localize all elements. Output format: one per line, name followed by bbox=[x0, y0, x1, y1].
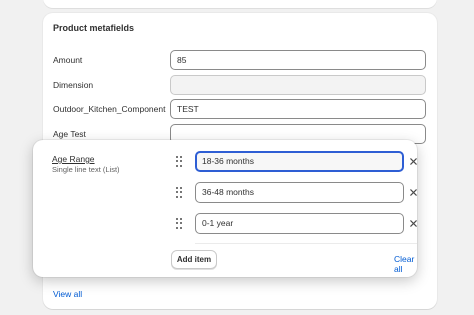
metafield-row-outdoor-kitchen-component: Outdoor_Kitchen_Component TEST bbox=[43, 99, 437, 119]
age-range-list-editor: Age Range Single line text (List) 18-36 … bbox=[33, 140, 417, 277]
outdoor-kitchen-component-input[interactable]: TEST bbox=[170, 99, 426, 119]
list-item-input[interactable]: 0-1 year bbox=[195, 213, 404, 234]
list-item: 18-36 months bbox=[173, 151, 425, 173]
clear-all-link[interactable]: Clear all bbox=[394, 254, 417, 274]
card-title: Product metafields bbox=[53, 23, 135, 33]
drag-handle-icon[interactable] bbox=[176, 187, 182, 198]
metafield-row-dimension: Dimension bbox=[43, 75, 437, 95]
age-range-label[interactable]: Age Range bbox=[52, 154, 95, 164]
list-item: 0-1 year bbox=[173, 213, 425, 235]
add-item-button[interactable]: Add item bbox=[171, 250, 217, 269]
drag-handle-icon[interactable] bbox=[176, 156, 182, 167]
metafield-label: Age Test bbox=[53, 129, 86, 139]
metafield-label: Dimension bbox=[53, 80, 94, 90]
view-all-link[interactable]: View all bbox=[53, 289, 82, 299]
list-item-input[interactable]: 36-48 months bbox=[195, 182, 404, 203]
close-icon[interactable] bbox=[408, 156, 418, 166]
previous-card bbox=[43, 0, 437, 8]
metafield-row-amount: Amount 85 bbox=[43, 50, 437, 70]
amount-input[interactable]: 85 bbox=[170, 50, 426, 70]
metafield-label: Amount bbox=[53, 55, 83, 65]
close-icon[interactable] bbox=[408, 218, 418, 228]
close-icon[interactable] bbox=[408, 187, 418, 197]
dimension-input[interactable] bbox=[170, 75, 426, 95]
list-item-input[interactable]: 18-36 months bbox=[195, 151, 404, 172]
divider bbox=[195, 243, 417, 244]
list-item: 36-48 months bbox=[173, 182, 425, 204]
metafield-label: Outdoor_Kitchen_Component bbox=[53, 104, 166, 114]
drag-handle-icon[interactable] bbox=[176, 218, 182, 229]
field-type-description: Single line text (List) bbox=[52, 165, 120, 174]
